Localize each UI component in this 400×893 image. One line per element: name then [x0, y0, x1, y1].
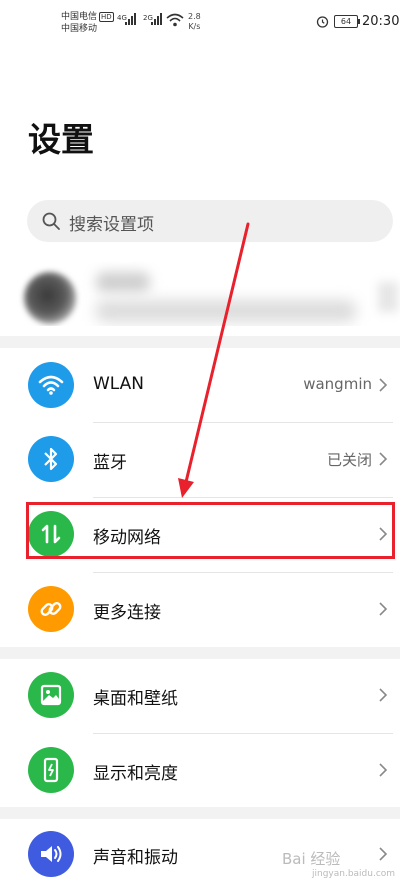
alarm-icon — [316, 16, 329, 28]
section-separator — [0, 647, 400, 659]
hd-badge: HD — [99, 12, 114, 22]
wifi-status-icon — [166, 13, 184, 27]
status-bar: 中国电信 HD 中国移动 4G 2G 2.8 K/s 64 20:30 — [0, 0, 400, 48]
carrier-1: 中国电信 — [61, 12, 98, 22]
network-speed: 2.8 K/s — [188, 12, 201, 31]
settings-item-bluetooth[interactable]: 蓝牙 已关闭 — [0, 423, 400, 497]
settings-item-wallpaper[interactable]: 桌面和壁纸 — [0, 659, 400, 733]
settings-item-label: 显示和亮度 — [93, 764, 178, 784]
wifi-icon — [28, 362, 74, 408]
section-separator — [0, 336, 400, 348]
carrier-info: 中国电信 HD 中国移动 — [61, 11, 114, 35]
chevron-right-icon — [379, 763, 388, 777]
search-icon — [42, 212, 60, 230]
account-name-blurred — [96, 272, 150, 292]
account-profile[interactable] — [18, 262, 400, 326]
display-icon — [28, 747, 74, 793]
chevron-right-icon — [378, 282, 398, 312]
signal-icon — [125, 13, 136, 25]
clock: 20:30 — [362, 14, 400, 29]
watermark: Bai 经验 jingyan.baidu.com — [282, 850, 396, 879]
chevron-right-icon — [379, 602, 388, 616]
annotation-highlight-box — [26, 502, 395, 559]
settings-item-more-connections[interactable]: 更多连接 — [0, 573, 400, 647]
signal-icon — [151, 13, 162, 25]
battery-icon: 64 — [334, 15, 360, 28]
chevron-right-icon — [379, 378, 388, 392]
account-detail-blurred — [96, 300, 356, 322]
settings-item-wlan[interactable]: WLAN wangmin — [0, 349, 400, 423]
chevron-right-icon — [379, 688, 388, 702]
sound-icon — [28, 831, 74, 877]
settings-item-label: 更多连接 — [93, 603, 161, 623]
avatar — [24, 272, 76, 324]
settings-item-label: 桌面和壁纸 — [93, 689, 178, 709]
wallpaper-icon — [28, 672, 74, 718]
search-placeholder: 搜索设置项 — [69, 215, 154, 235]
settings-item-label: 声音和振动 — [93, 848, 178, 868]
settings-item-value: 已关闭 — [326, 451, 372, 469]
chevron-right-icon — [379, 452, 388, 466]
page-title: 设置 — [28, 120, 94, 159]
search-input[interactable]: 搜索设置项 — [27, 200, 393, 242]
settings-item-label: 蓝牙 — [93, 453, 127, 473]
link-icon — [28, 586, 74, 632]
settings-item-display[interactable]: 显示和亮度 — [0, 734, 400, 808]
settings-item-label: WLAN — [93, 374, 145, 394]
bluetooth-icon — [28, 436, 74, 482]
settings-item-value: wangmin — [303, 375, 372, 393]
carrier-2: 中国移动 — [61, 24, 98, 34]
